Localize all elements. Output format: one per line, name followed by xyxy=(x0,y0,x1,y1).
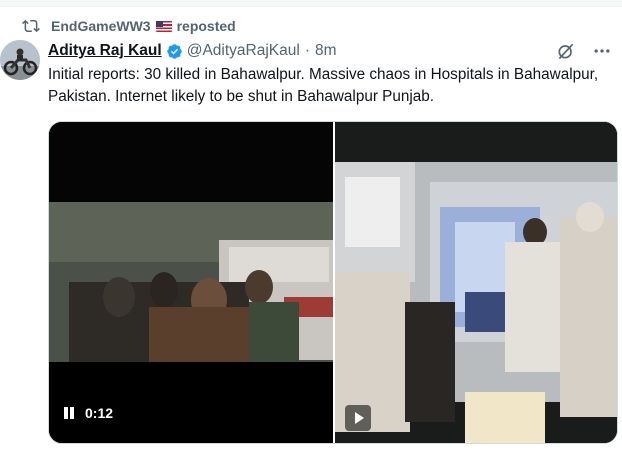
media-grid: 0:12 xyxy=(48,121,618,444)
repost-user[interactable]: EndGameWW3 xyxy=(51,18,151,34)
timestamp[interactable]: 8m xyxy=(315,42,337,60)
us-flag-icon xyxy=(155,20,172,32)
repost-icon xyxy=(22,19,40,33)
play-icon[interactable] xyxy=(345,405,371,431)
video-2[interactable] xyxy=(335,122,617,443)
tweet-text: Initial reports: 30 killed in Bahawalpur… xyxy=(48,66,599,105)
grok-icon[interactable] xyxy=(556,41,576,61)
more-icon[interactable] xyxy=(592,41,612,61)
separator-dot: · xyxy=(304,42,310,59)
video-1-frame xyxy=(49,122,333,443)
top-separator xyxy=(0,0,622,7)
tweet-header: Aditya Raj Kaul @AdityaRajKaul · 8m xyxy=(48,41,337,61)
header-actions xyxy=(556,41,612,61)
video-1[interactable]: 0:12 xyxy=(49,122,333,443)
pause-icon[interactable] xyxy=(63,406,75,420)
verified-badge-icon[interactable] xyxy=(166,43,183,60)
video-time: 0:12 xyxy=(85,405,114,421)
author-name[interactable]: Aditya Raj Kaul xyxy=(48,42,162,60)
video-1-controls: 0:12 xyxy=(63,405,113,421)
avatar[interactable] xyxy=(0,40,40,80)
avatar-image xyxy=(0,40,40,80)
video-2-frame xyxy=(335,122,617,443)
repost-label: reposted xyxy=(176,18,236,34)
author-handle[interactable]: @AdityaRajKaul xyxy=(187,42,300,60)
repost-context[interactable]: EndGameWW3 reposted xyxy=(22,16,236,36)
